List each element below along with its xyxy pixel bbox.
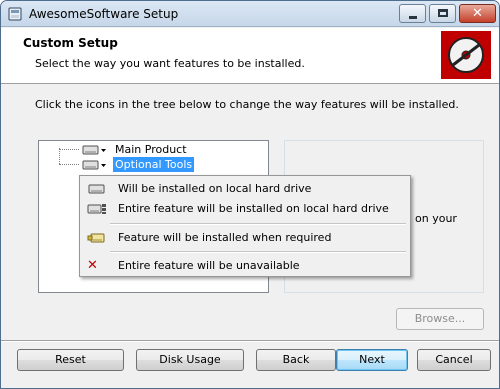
- tree-connector: [59, 164, 79, 165]
- feature-description-text: on your: [415, 212, 457, 225]
- tree-item-optional-tools[interactable]: Optional Tools: [39, 157, 268, 172]
- tree-connector: [59, 149, 79, 150]
- hard-drive-icon[interactable]: [82, 159, 108, 171]
- menu-separator: [110, 223, 406, 225]
- instruction-text: Click the icons in the tree below to cha…: [35, 98, 459, 111]
- page-subtitle: Select the way you want features to be i…: [35, 57, 305, 70]
- title-bar[interactable]: AwesomeSoftware Setup ✕: [1, 1, 499, 27]
- menu-item-install-local[interactable]: Will be installed on local hard drive: [82, 179, 408, 199]
- setup-logo-icon: [441, 31, 491, 79]
- tree-item-label[interactable]: Main Product: [113, 142, 189, 157]
- minimize-icon: [409, 16, 417, 19]
- menu-item-install-entire-local[interactable]: Entire feature will be installed on loca…: [82, 199, 408, 219]
- maximize-icon: [438, 9, 448, 17]
- tree-item-main-product[interactable]: Main Product: [39, 142, 268, 157]
- hard-drive-tree-icon: [87, 204, 106, 214]
- menu-item-unavailable[interactable]: ✕ Entire feature will be unavailable: [82, 256, 408, 276]
- back-button[interactable]: Back: [256, 349, 336, 371]
- browse-button[interactable]: Browse...: [396, 308, 484, 330]
- close-button[interactable]: ✕: [459, 4, 496, 23]
- hard-drive-icon: [88, 184, 105, 194]
- maximize-button[interactable]: [429, 4, 456, 23]
- header-banner: Custom Setup Select the way you want fea…: [1, 28, 499, 84]
- on-demand-install-icon: [87, 233, 105, 243]
- next-button[interactable]: Next: [336, 349, 408, 371]
- menu-separator: [110, 251, 406, 253]
- hard-drive-icon[interactable]: [82, 144, 108, 156]
- disk-usage-button[interactable]: Disk Usage: [136, 349, 244, 371]
- page-title: Custom Setup: [23, 36, 118, 50]
- menu-item-install-on-demand[interactable]: Feature will be installed when required: [82, 228, 408, 248]
- installer-app-icon: [8, 7, 22, 21]
- minimize-button[interactable]: [399, 4, 426, 23]
- window-title: AwesomeSoftware Setup: [29, 7, 179, 21]
- menu-item-label: Feature will be installed when required: [118, 231, 332, 244]
- install-option-context-menu[interactable]: Will be installed on local hard drive En…: [79, 175, 411, 277]
- close-icon: ✕: [472, 6, 483, 21]
- tree-item-label[interactable]: Optional Tools: [113, 157, 195, 172]
- menu-item-label: Will be installed on local hard drive: [118, 182, 312, 195]
- setup-window: AwesomeSoftware Setup ✕ Custom Setup Sel…: [0, 0, 500, 389]
- unavailable-x-icon: ✕: [87, 258, 98, 273]
- menu-item-label: Entire feature will be unavailable: [118, 259, 300, 272]
- cancel-button[interactable]: Cancel: [417, 349, 491, 371]
- menu-item-label: Entire feature will be installed on loca…: [118, 202, 389, 215]
- footer-divider: [1, 340, 499, 342]
- reset-button[interactable]: Reset: [17, 349, 124, 371]
